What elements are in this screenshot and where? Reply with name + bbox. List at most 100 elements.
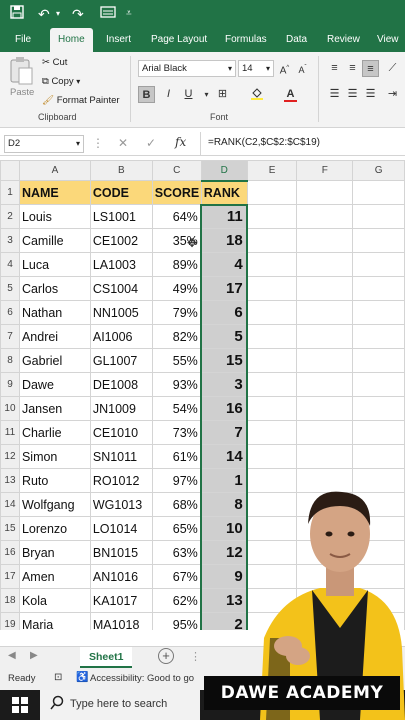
code-cell[interactable]: NN1005 <box>89 300 153 325</box>
code-cell[interactable]: DE1008 <box>89 372 153 397</box>
code-cell[interactable]: LS1001 <box>89 204 153 229</box>
rank-cell[interactable]: 6 <box>200 300 248 325</box>
empty-cell[interactable] <box>246 444 298 469</box>
column-header-f[interactable]: F <box>296 160 354 181</box>
macro-record-icon[interactable]: ⊡ <box>54 672 62 683</box>
code-cell[interactable]: SN1011 <box>89 444 153 469</box>
tab-file[interactable]: File <box>15 28 31 52</box>
empty-cell[interactable] <box>246 420 298 445</box>
score-cell[interactable]: 97% <box>151 468 202 493</box>
paste-button[interactable]: Paste <box>8 56 36 108</box>
underline-button[interactable]: U <box>180 86 197 103</box>
score-cell[interactable]: 65% <box>151 516 202 541</box>
rank-cell[interactable]: 1 <box>200 468 248 493</box>
code-cell[interactable]: LO1014 <box>89 516 153 541</box>
font-size-select[interactable]: 14 ▾ <box>238 60 274 77</box>
row-header[interactable]: 8 <box>0 348 20 373</box>
align-middle-icon[interactable]: ≡ <box>344 60 361 77</box>
cancel-icon[interactable]: ✕ <box>118 136 128 150</box>
align-center-icon[interactable]: ☰ <box>344 86 361 103</box>
score-cell[interactable]: 64% <box>151 204 202 229</box>
name-cell[interactable]: Gabriel <box>18 348 91 373</box>
form-icon[interactable] <box>100 4 116 24</box>
empty-cell[interactable] <box>296 444 354 469</box>
row-header[interactable]: 10 <box>0 396 20 421</box>
rank-cell[interactable]: 3 <box>200 372 248 397</box>
empty-cell[interactable] <box>246 300 298 325</box>
empty-cell[interactable] <box>352 300 405 325</box>
empty-cell[interactable] <box>352 396 405 421</box>
code-cell[interactable]: CE1010 <box>89 420 153 445</box>
score-header-cell[interactable]: SCORE <box>151 180 202 205</box>
score-cell[interactable]: 67% <box>151 564 202 589</box>
name-cell[interactable]: Camille <box>18 228 91 253</box>
empty-cell[interactable] <box>352 276 405 301</box>
code-cell[interactable]: WG1013 <box>89 492 153 517</box>
empty-cell[interactable] <box>246 396 298 421</box>
rank-cell[interactable]: 9 <box>200 564 248 589</box>
column-header-b[interactable]: B <box>89 160 153 181</box>
code-cell[interactable]: AI1006 <box>89 324 153 349</box>
undo-icon[interactable]: ↶ <box>38 4 50 24</box>
tab-home[interactable]: Home <box>50 28 93 52</box>
tab-insert[interactable]: Insert <box>106 28 131 52</box>
name-cell[interactable]: Simon <box>18 444 91 469</box>
bold-button[interactable]: B <box>138 86 155 103</box>
row-header[interactable]: 4 <box>0 252 20 277</box>
row-header[interactable]: 5 <box>0 276 20 301</box>
empty-cell[interactable] <box>296 396 354 421</box>
accessibility-icon[interactable]: ♿ <box>76 672 88 683</box>
empty-cell[interactable] <box>296 420 354 445</box>
code-cell[interactable]: LA1003 <box>89 252 153 277</box>
name-cell[interactable]: Louis <box>18 204 91 229</box>
chevron-down-icon[interactable]: ▾ <box>198 86 215 103</box>
empty-cell[interactable] <box>296 252 354 277</box>
score-cell[interactable]: 95% <box>151 612 202 630</box>
column-header-c[interactable]: C <box>151 160 202 181</box>
more-options-icon[interactable]: ⋮ <box>190 650 201 663</box>
row-header[interactable]: 6 <box>0 300 20 325</box>
formula-input[interactable]: =RANK(C2,$C$2:$C$19) <box>208 137 320 148</box>
rank-cell[interactable]: 12 <box>200 540 248 565</box>
score-cell[interactable]: 61% <box>151 444 202 469</box>
empty-cell[interactable] <box>246 228 298 253</box>
name-cell[interactable]: Charlie <box>18 420 91 445</box>
add-sheet-icon[interactable]: + <box>158 648 174 664</box>
empty-cell[interactable] <box>352 180 405 205</box>
tab-formulas[interactable]: Formulas <box>225 28 267 52</box>
row-header[interactable]: 17 <box>0 564 20 589</box>
row-header[interactable]: 2 <box>0 204 20 229</box>
score-cell[interactable]: 54% <box>151 396 202 421</box>
italic-button[interactable]: I <box>160 86 177 103</box>
align-right-icon[interactable]: ☰ <box>362 86 379 103</box>
rank-cell[interactable]: 13 <box>200 588 248 613</box>
rank-cell[interactable]: 5 <box>200 324 248 349</box>
column-header-d[interactable]: D <box>200 160 248 182</box>
cut-button[interactable]: ✂ Cut <box>42 56 67 70</box>
row-header[interactable]: 11 <box>0 420 20 445</box>
rank-cell[interactable]: 16 <box>200 396 248 421</box>
scroll-right-icon[interactable]: ▶ <box>30 650 38 661</box>
empty-cell[interactable] <box>246 204 298 229</box>
grow-font-button[interactable]: A^ <box>276 60 293 77</box>
row-header[interactable]: 9 <box>0 372 20 397</box>
align-top-icon[interactable]: ≡ <box>326 60 343 77</box>
font-color-icon[interactable]: A <box>282 86 299 103</box>
rank-cell[interactable]: 17 <box>200 276 248 301</box>
empty-cell[interactable] <box>296 204 354 229</box>
empty-cell[interactable] <box>352 420 405 445</box>
name-cell[interactable]: Wolfgang <box>18 492 91 517</box>
empty-cell[interactable] <box>246 372 298 397</box>
score-cell[interactable]: 79% <box>151 300 202 325</box>
empty-cell[interactable] <box>296 228 354 253</box>
score-cell[interactable]: 62% <box>151 588 202 613</box>
row-header[interactable]: 18 <box>0 588 20 613</box>
name-cell[interactable]: Luca <box>18 252 91 277</box>
code-cell[interactable]: AN1016 <box>89 564 153 589</box>
score-cell[interactable]: 93% <box>151 372 202 397</box>
code-cell[interactable]: KA1017 <box>89 588 153 613</box>
rank-cell[interactable]: 10 <box>200 516 248 541</box>
orientation-icon[interactable]: ⟋ <box>384 60 401 77</box>
name-box[interactable]: D2 ▾ <box>4 135 84 153</box>
rank-cell[interactable]: 15 <box>200 348 248 373</box>
